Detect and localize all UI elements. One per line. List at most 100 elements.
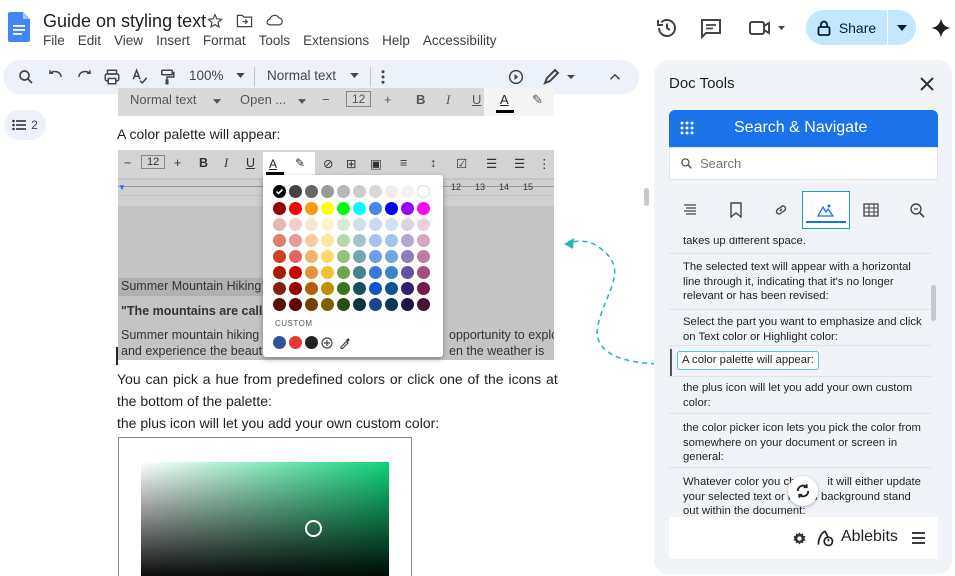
custom-color-swatch[interactable] bbox=[289, 336, 302, 349]
color-swatch[interactable] bbox=[353, 185, 366, 198]
highlight-tab[interactable]: ✎ bbox=[295, 156, 305, 170]
color-swatch[interactable] bbox=[289, 266, 302, 279]
color-swatch[interactable] bbox=[321, 298, 334, 311]
color-swatch[interactable] bbox=[353, 218, 366, 231]
color-swatch[interactable] bbox=[401, 266, 414, 279]
move-folder-icon[interactable] bbox=[236, 13, 254, 31]
color-swatch[interactable] bbox=[353, 202, 366, 215]
color-swatch[interactable] bbox=[337, 282, 350, 295]
color-swatch[interactable] bbox=[289, 282, 302, 295]
search-menus-icon[interactable] bbox=[17, 68, 35, 86]
eyedropper-icon[interactable] bbox=[339, 337, 351, 349]
menu-accessibility[interactable]: Accessibility bbox=[423, 33, 497, 48]
search-input[interactable] bbox=[700, 156, 920, 171]
spellcheck-icon[interactable] bbox=[131, 68, 149, 86]
zoom-select[interactable]: 100% bbox=[189, 68, 245, 83]
color-swatch[interactable] bbox=[385, 298, 398, 311]
color-swatch[interactable] bbox=[385, 202, 398, 215]
color-swatch[interactable] bbox=[337, 266, 350, 279]
color-swatch[interactable] bbox=[289, 250, 302, 263]
color-swatch[interactable] bbox=[321, 250, 334, 263]
color-swatch[interactable] bbox=[369, 234, 382, 247]
color-swatch[interactable] bbox=[385, 266, 398, 279]
color-swatch[interactable] bbox=[337, 202, 350, 215]
doc-paragraph[interactable]: the plus icon will let you add your own … bbox=[117, 415, 439, 431]
color-swatch[interactable] bbox=[305, 266, 318, 279]
style-select[interactable]: Normal text bbox=[267, 68, 359, 83]
color-swatch[interactable] bbox=[369, 282, 382, 295]
color-swatch[interactable] bbox=[417, 202, 430, 215]
color-swatch[interactable] bbox=[289, 218, 302, 231]
editing-mode-button[interactable] bbox=[542, 68, 578, 86]
color-swatch[interactable] bbox=[401, 282, 414, 295]
color-swatch[interactable] bbox=[417, 298, 430, 311]
color-swatch[interactable] bbox=[321, 185, 334, 198]
doc-paragraph[interactable]: A color palette will appear: bbox=[117, 126, 280, 142]
add-custom-color-icon[interactable] bbox=[321, 337, 333, 349]
color-swatch[interactable] bbox=[417, 282, 430, 295]
color-swatch[interactable] bbox=[305, 185, 318, 198]
menu-extensions[interactable]: Extensions bbox=[303, 33, 369, 48]
color-swatch[interactable] bbox=[401, 185, 414, 198]
color-swatch[interactable] bbox=[417, 218, 430, 231]
menu-help[interactable]: Help bbox=[382, 33, 410, 48]
color-swatch[interactable] bbox=[369, 298, 382, 311]
color-swatch[interactable] bbox=[417, 234, 430, 247]
text-color-tab[interactable]: A bbox=[269, 157, 277, 171]
color-swatch[interactable] bbox=[385, 234, 398, 247]
menu-edit[interactable]: Edit bbox=[78, 33, 101, 48]
cloud-saved-icon[interactable] bbox=[265, 13, 283, 31]
search-box[interactable] bbox=[669, 147, 938, 180]
color-swatch[interactable] bbox=[385, 185, 398, 198]
tab-bookmarks[interactable] bbox=[713, 192, 759, 228]
color-swatch[interactable] bbox=[289, 202, 302, 215]
search-navigate-header[interactable]: Search & Navigate bbox=[669, 110, 938, 147]
custom-color-swatch[interactable] bbox=[305, 336, 318, 349]
color-swatch[interactable] bbox=[369, 202, 382, 215]
paint-format-icon[interactable] bbox=[158, 68, 176, 86]
undo-icon[interactable] bbox=[47, 68, 65, 86]
menu-insert[interactable]: Insert bbox=[156, 33, 190, 48]
color-swatch[interactable] bbox=[321, 202, 334, 215]
color-swatch[interactable] bbox=[321, 234, 334, 247]
color-swatch[interactable] bbox=[353, 282, 366, 295]
share-main-button[interactable]: Share bbox=[806, 10, 887, 45]
panel-scrollbar[interactable] bbox=[931, 285, 936, 321]
color-swatch[interactable] bbox=[305, 298, 318, 311]
color-swatch[interactable] bbox=[385, 218, 398, 231]
color-swatch[interactable] bbox=[273, 234, 286, 247]
close-icon[interactable] bbox=[918, 75, 936, 93]
star-icon[interactable] bbox=[207, 13, 225, 31]
doc-scrollbar[interactable] bbox=[644, 188, 649, 206]
color-swatch[interactable] bbox=[289, 234, 302, 247]
version-history-icon[interactable] bbox=[655, 16, 679, 40]
color-swatch[interactable] bbox=[337, 218, 350, 231]
color-swatch[interactable] bbox=[273, 266, 286, 279]
color-swatch[interactable] bbox=[321, 282, 334, 295]
color-swatch[interactable] bbox=[417, 185, 430, 198]
color-swatch[interactable] bbox=[337, 185, 350, 198]
color-swatch[interactable] bbox=[385, 250, 398, 263]
color-swatch[interactable] bbox=[289, 185, 302, 198]
collapse-toolbar-icon[interactable] bbox=[606, 68, 624, 86]
color-swatch[interactable] bbox=[353, 250, 366, 263]
document-title[interactable]: Guide on styling text bbox=[43, 11, 206, 32]
tab-headings[interactable] bbox=[667, 192, 713, 228]
list-item[interactable]: The selected text will appear with a hor… bbox=[669, 260, 931, 304]
refresh-button[interactable] bbox=[788, 476, 818, 506]
menu-file[interactable]: File bbox=[43, 33, 65, 48]
color-swatch[interactable] bbox=[417, 250, 430, 263]
docs-logo-icon[interactable] bbox=[8, 12, 30, 42]
share-button[interactable]: Share bbox=[806, 10, 916, 45]
color-swatch[interactable] bbox=[273, 202, 286, 215]
color-swatch[interactable] bbox=[337, 250, 350, 263]
color-swatch[interactable] bbox=[273, 218, 286, 231]
doc-paragraph[interactable]: You can pick a hue from predefined color… bbox=[117, 371, 558, 387]
color-swatch[interactable] bbox=[401, 250, 414, 263]
menu-tools[interactable]: Tools bbox=[259, 33, 291, 48]
more-options-icon[interactable] bbox=[374, 68, 392, 86]
tab-tables[interactable] bbox=[848, 192, 894, 228]
menu-format[interactable]: Format bbox=[203, 33, 246, 48]
color-swatch[interactable] bbox=[321, 266, 334, 279]
gemini-icon[interactable] bbox=[930, 17, 952, 39]
